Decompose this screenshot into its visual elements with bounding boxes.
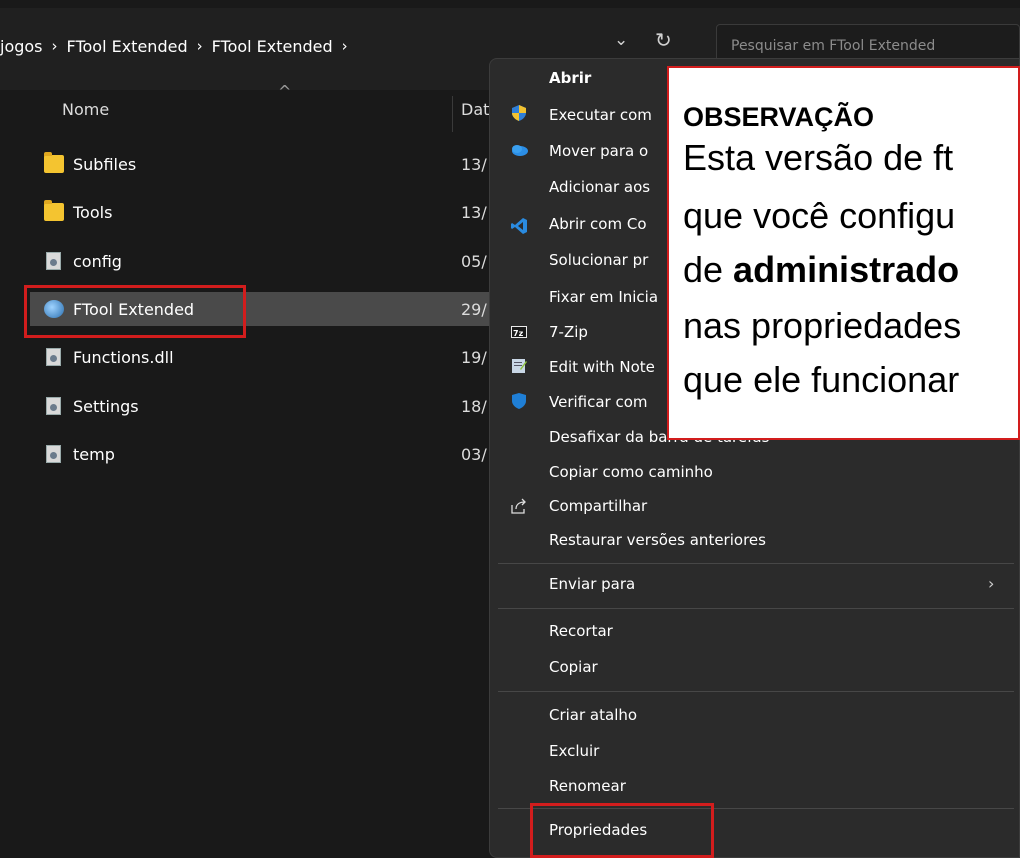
observation-line: Esta versão de ft: [683, 137, 954, 178]
menu-item-recortar[interactable]: Recortar: [549, 622, 613, 640]
observation-bold-word: administrado: [733, 249, 960, 290]
observation-line: que você configu: [683, 195, 956, 236]
column-divider[interactable]: [452, 96, 453, 132]
breadcrumb-item-jogos[interactable]: jogos: [0, 37, 43, 56]
file-name: Functions.dll: [73, 347, 174, 367]
menu-item-abrir[interactable]: Abrir: [549, 69, 591, 87]
vscode-icon: [511, 218, 527, 234]
file-name: temp: [73, 444, 115, 464]
menu-item-mover-para-o[interactable]: Mover para o: [549, 142, 648, 160]
menu-item-abrir-com-code[interactable]: Abrir com Co: [549, 215, 647, 233]
menu-item-executar-com[interactable]: Executar com: [549, 106, 652, 124]
file-row-settings[interactable]: Settings 18/: [30, 389, 500, 423]
file-date: 19/: [461, 347, 487, 367]
breadcrumb: jogos › FTool Extended › FTool Extended …: [0, 14, 357, 78]
file-date: 29/: [461, 299, 487, 319]
breadcrumb-item-ftool-extended-parent[interactable]: FTool Extended: [67, 37, 188, 56]
file-name: Subfiles: [73, 154, 137, 174]
file-date: 13/: [461, 154, 487, 174]
chevron-right-icon[interactable]: ›: [52, 37, 58, 55]
observation-line: de administrado: [683, 252, 959, 288]
observation-line-prefix: de: [683, 249, 734, 290]
defender-icon: [512, 393, 526, 409]
observation-note: OBSERVAÇÃO Esta versão de ft que você co…: [667, 66, 1020, 440]
folder-icon: [44, 200, 64, 221]
observation-line: que ele funcionar: [683, 359, 960, 400]
file-name: Tools: [73, 202, 113, 222]
menu-item-restaurar-versoes[interactable]: Restaurar versões anteriores: [549, 531, 766, 549]
menu-item-adicionar-aos[interactable]: Adicionar aos: [549, 178, 650, 196]
column-header-name[interactable]: Nome: [62, 100, 109, 119]
file-row-temp[interactable]: temp 03/: [30, 437, 500, 471]
folder-icon: [44, 152, 64, 173]
window-top-edge: [0, 0, 1020, 8]
menu-item-excluir[interactable]: Excluir: [549, 742, 599, 760]
file-row-config[interactable]: config 05/: [30, 244, 500, 278]
file-row-tools[interactable]: Tools 13/: [30, 195, 500, 229]
menu-item-edit-with-notepad[interactable]: Edit with Note: [549, 358, 655, 376]
file-date: 18/: [461, 396, 487, 416]
notepad-icon: [512, 359, 527, 373]
menu-item-copiar-como-caminho[interactable]: Copiar como caminho: [549, 463, 713, 481]
sort-ascending-icon: ^: [278, 82, 292, 101]
7zip-icon: 7z: [511, 326, 527, 338]
highlight-box-ftool-extended: [24, 285, 246, 338]
menu-item-renomear[interactable]: Renomear: [549, 777, 626, 795]
observation-title: OBSERVAÇÃO: [683, 102, 875, 132]
file-row-subfiles[interactable]: Subfiles 13/: [30, 147, 500, 181]
file-date: 13/: [461, 202, 487, 222]
menu-item-verificar-com[interactable]: Verificar com: [549, 393, 648, 411]
shield-icon: [512, 105, 526, 121]
menu-item-criar-atalho[interactable]: Criar atalho: [549, 706, 637, 724]
menu-item-enviar-para[interactable]: Enviar para: [549, 575, 635, 593]
chevron-right-icon: ›: [988, 574, 995, 593]
file-name: config: [73, 251, 122, 271]
highlight-box-propriedades: [530, 803, 714, 858]
chevron-right-icon[interactable]: ›: [197, 37, 203, 55]
onedrive-icon: [512, 145, 528, 156]
column-header-date[interactable]: Dat: [461, 100, 489, 119]
menu-item-fixar-em-iniciar[interactable]: Fixar em Inicia: [549, 288, 658, 306]
refresh-icon[interactable]: ↻: [655, 28, 672, 52]
menu-item-copiar[interactable]: Copiar: [549, 658, 598, 676]
settings-file-icon: [46, 252, 61, 270]
share-icon: [511, 498, 526, 514]
dll-file-icon: [46, 348, 61, 366]
file-name: Settings: [73, 396, 139, 416]
settings-file-icon: [46, 445, 61, 463]
chevron-down-icon[interactable]: ⌄: [614, 30, 628, 50]
file-date: 05/: [461, 251, 487, 271]
file-date: 03/: [461, 444, 487, 464]
breadcrumb-item-ftool-extended[interactable]: FTool Extended: [212, 37, 333, 56]
file-row-functions-dll[interactable]: Functions.dll 19/: [30, 340, 500, 374]
menu-divider: [498, 563, 1014, 564]
menu-divider: [498, 608, 1014, 609]
menu-item-solucionar-problemas[interactable]: Solucionar pr: [549, 251, 648, 269]
svg-text:7z: 7z: [513, 329, 524, 338]
chevron-right-icon[interactable]: ›: [342, 37, 348, 55]
menu-item-7-zip[interactable]: 7-Zip: [549, 323, 588, 341]
settings-file-icon: [46, 397, 61, 415]
menu-item-compartilhar[interactable]: Compartilhar: [549, 497, 647, 515]
observation-line: nas propriedades: [683, 305, 962, 346]
menu-divider: [498, 691, 1014, 692]
